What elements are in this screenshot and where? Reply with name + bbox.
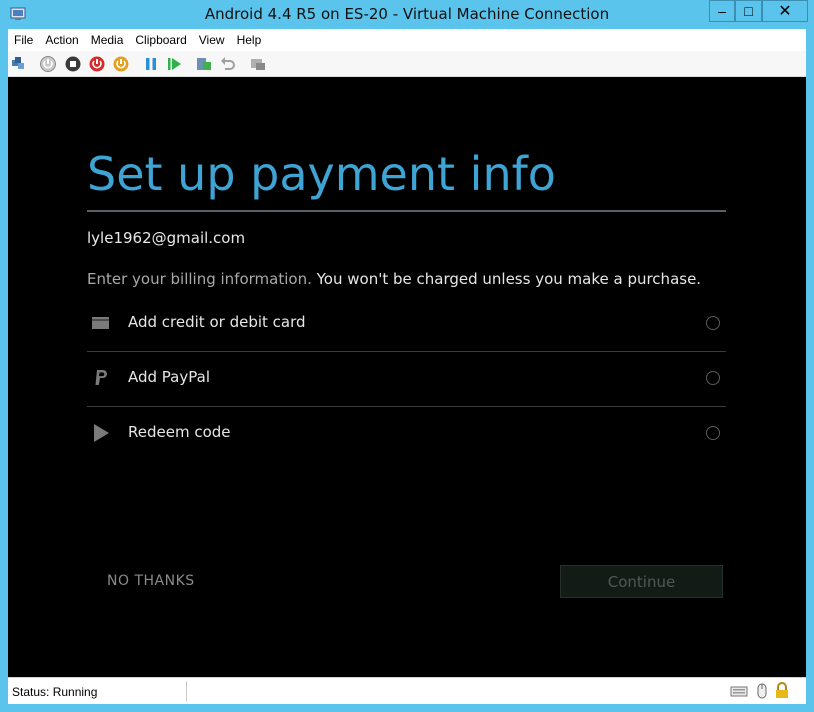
maximize-icon: □ <box>744 3 753 19</box>
close-icon: ✕ <box>778 3 792 20</box>
keyboard-icon <box>730 686 748 697</box>
menu-help[interactable]: Help <box>231 30 268 50</box>
option-label: Add PayPal <box>128 368 210 386</box>
checkpoint-icon[interactable] <box>195 55 213 73</box>
continue-button[interactable]: Continue <box>560 565 723 598</box>
vm-screen[interactable]: Set up payment info lyle1962@gmail.com E… <box>8 77 806 677</box>
maximize-button[interactable]: □ <box>735 0 762 22</box>
option-label: Redeem code <box>128 423 231 441</box>
resume-icon[interactable] <box>165 55 183 73</box>
vm-connection-window: Android 4.4 R5 on ES-20 - Virtual Machin… <box>0 0 814 712</box>
credit-card-icon <box>92 317 109 329</box>
option-radio[interactable] <box>706 371 720 385</box>
status-text: Status: Running <box>12 685 98 699</box>
status-separator <box>186 681 187 701</box>
shutdown-icon[interactable] <box>88 55 106 73</box>
ctrl-alt-del-icon[interactable] <box>10 55 28 73</box>
lock-icon <box>776 682 788 698</box>
menu-view[interactable]: View <box>193 30 231 50</box>
revert-icon[interactable] <box>219 55 237 73</box>
option-paypal[interactable]: Add PayPal <box>87 352 726 407</box>
option-label: Add credit or debit card <box>128 313 306 331</box>
menu-action[interactable]: Action <box>39 30 84 50</box>
status-bar: Status: Running <box>8 677 806 704</box>
mouse-icon <box>757 683 767 699</box>
turn-off-icon[interactable] <box>64 55 82 73</box>
minimize-icon: – <box>718 3 726 19</box>
play-store-icon <box>94 424 109 442</box>
menu-media[interactable]: Media <box>85 30 130 50</box>
option-credit-card[interactable]: Add credit or debit card <box>87 297 726 352</box>
close-button[interactable]: ✕ <box>762 0 808 22</box>
pause-icon[interactable] <box>142 55 160 73</box>
start-icon[interactable] <box>39 55 57 73</box>
option-redeem-code[interactable]: Redeem code <box>87 407 726 462</box>
toolbar <box>8 51 806 77</box>
minimize-button[interactable]: – <box>709 0 735 22</box>
option-radio[interactable] <box>706 316 720 330</box>
menu-clipboard[interactable]: Clipboard <box>129 30 192 50</box>
paypal-icon <box>95 370 107 385</box>
title-divider <box>87 210 726 212</box>
save-icon[interactable] <box>112 55 130 73</box>
page-title: Set up payment info <box>87 147 556 201</box>
menu-file[interactable]: File <box>8 30 39 50</box>
window-title: Android 4.4 R5 on ES-20 - Virtual Machin… <box>204 5 610 23</box>
billing-instruction: Enter your billing information. <box>87 270 312 288</box>
menu-bar: File Action Media Clipboard View Help <box>8 29 806 51</box>
billing-notice: You won't be charged unless you make a p… <box>316 270 702 288</box>
billing-info-text: Enter your billing information. You won'… <box>87 270 701 288</box>
account-email: lyle1962@gmail.com <box>87 229 246 247</box>
enhanced-session-icon[interactable] <box>249 55 267 73</box>
title-bar[interactable]: Android 4.4 R5 on ES-20 - Virtual Machin… <box>0 0 814 29</box>
no-thanks-button[interactable]: NO THANKS <box>107 573 195 589</box>
option-radio[interactable] <box>706 426 720 440</box>
